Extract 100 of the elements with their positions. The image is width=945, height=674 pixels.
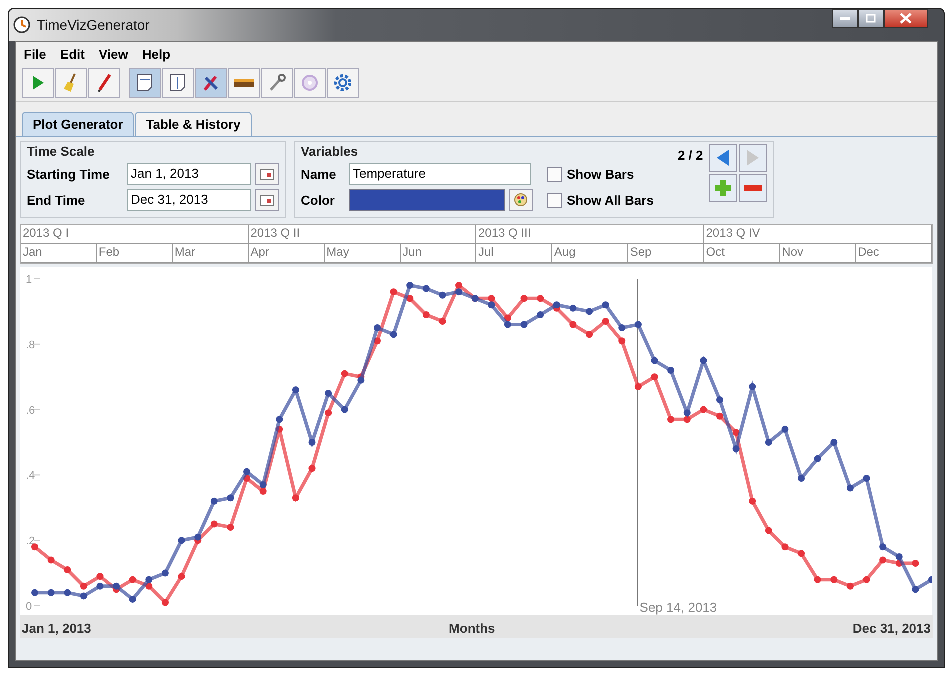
- data-point: [928, 576, 932, 584]
- data-point: [520, 295, 528, 302]
- data-point: [390, 331, 398, 338]
- data-point: [863, 576, 870, 584]
- previous-button[interactable]: [709, 144, 738, 172]
- data-point: [374, 338, 381, 345]
- y-tick-label: 0: [26, 601, 32, 613]
- data-point: [570, 304, 577, 312]
- end-date-label: Dec 31, 2013: [852, 621, 931, 636]
- show-all-bars-checkbox[interactable]: Show All Bars: [547, 192, 654, 208]
- data-point: [308, 439, 316, 446]
- disc-icon: [301, 74, 319, 92]
- data-point: [570, 321, 577, 328]
- toolbar-button[interactable]: [88, 68, 120, 98]
- toolbar-button[interactable]: [195, 68, 227, 98]
- data-point: [651, 357, 658, 364]
- data-point: [406, 295, 414, 302]
- color-swatch[interactable]: [349, 189, 505, 211]
- cursor-date-label: Sep 14, 2013: [640, 600, 718, 615]
- y-tick: .8: [26, 339, 40, 352]
- right-arrow-icon: [745, 149, 762, 167]
- group-title: Time Scale: [27, 144, 96, 159]
- tab[interactable]: Table & History: [135, 112, 252, 136]
- data-point: [325, 410, 332, 417]
- minimize-icon: [840, 16, 850, 20]
- data-point: [422, 285, 430, 292]
- toolbar-button[interactable]: [162, 68, 194, 98]
- data-point: [782, 544, 789, 551]
- data-point: [651, 374, 658, 381]
- data-point: [912, 586, 920, 594]
- tab[interactable]: Plot Generator: [22, 112, 134, 136]
- axis-label: Months: [449, 621, 496, 636]
- data-point: [880, 556, 887, 564]
- y-tick: .4: [26, 470, 40, 482]
- date-field[interactable]: Jan 1, 2013: [127, 163, 251, 185]
- data-point: [48, 589, 55, 596]
- maximize-button[interactable]: [858, 9, 884, 28]
- minus-icon: [744, 185, 762, 191]
- data-point: [210, 520, 218, 528]
- data-point: [520, 321, 528, 328]
- data-point: [422, 311, 430, 318]
- minimize-button[interactable]: [832, 9, 858, 28]
- data-point: [390, 288, 398, 296]
- field-label: End Time: [27, 192, 86, 208]
- data-point: [308, 465, 316, 472]
- y-tick: 0: [26, 601, 40, 613]
- data-point: [292, 386, 300, 394]
- data-point: [537, 295, 544, 302]
- frame-icon: [169, 73, 187, 93]
- data-point: [798, 550, 806, 558]
- toolbar-button[interactable]: [228, 68, 260, 98]
- month-label: Sep: [628, 244, 704, 263]
- data-point: [716, 412, 724, 420]
- menu-item[interactable]: File: [24, 47, 46, 62]
- window-title: TimeVizGenerator: [37, 17, 150, 33]
- close-icon: [900, 13, 912, 24]
- name-field[interactable]: Temperature: [349, 163, 531, 185]
- calendar-button[interactable]: [255, 163, 279, 185]
- data-point: [276, 426, 284, 433]
- toolbar-button[interactable]: [22, 68, 54, 98]
- data-point: [749, 383, 756, 390]
- data-point: [325, 390, 332, 397]
- toolbar-button[interactable]: [327, 68, 359, 98]
- y-tick-label: .6: [26, 404, 36, 417]
- month-label: Jun: [400, 244, 476, 263]
- data-point: [439, 318, 446, 325]
- menu-item[interactable]: Edit: [60, 47, 85, 62]
- y-tick-label: .4: [26, 470, 36, 482]
- data-point: [732, 429, 740, 436]
- data-point: [814, 455, 822, 462]
- show-bars-checkbox[interactable]: Show Bars: [547, 166, 634, 182]
- calendar-button[interactable]: [255, 189, 279, 211]
- data-point: [602, 318, 610, 325]
- data-point: [276, 416, 284, 424]
- data-point: [765, 527, 772, 534]
- date-field[interactable]: Dec 31, 2013: [127, 189, 251, 211]
- menu-item[interactable]: View: [98, 47, 128, 62]
- data-point: [227, 494, 234, 502]
- data-point: [814, 576, 822, 584]
- menu-item[interactable]: Help: [142, 47, 171, 62]
- data-point: [64, 589, 72, 596]
- data-point: [341, 406, 348, 414]
- month-label: Aug: [552, 244, 628, 263]
- variable-counter: 2 / 2: [678, 148, 704, 163]
- y-tick-label: 1: [26, 274, 32, 286]
- close-button[interactable]: [884, 9, 928, 28]
- palette-button[interactable]: [509, 189, 533, 211]
- data-point: [586, 331, 593, 338]
- quarter-label: 2013 Q III: [476, 225, 704, 244]
- group-title: Variables: [301, 144, 360, 159]
- y-tick-label: .8: [26, 339, 36, 352]
- data-point: [80, 592, 88, 600]
- left-arrow-icon: [715, 149, 732, 167]
- data-point: [912, 560, 920, 567]
- remove-button[interactable]: [739, 174, 768, 202]
- toolbar-button[interactable]: [129, 68, 161, 98]
- data-point: [129, 576, 136, 584]
- toolbar-button[interactable]: [261, 68, 293, 98]
- data-point: [129, 596, 136, 603]
- data-point: [668, 367, 675, 374]
